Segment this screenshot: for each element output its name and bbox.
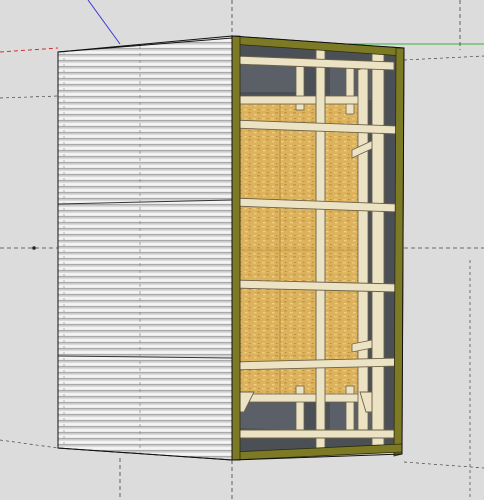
model-canvas[interactable] <box>0 0 484 500</box>
osb-back-wall[interactable] <box>238 104 358 394</box>
corrugated-side-wall[interactable] <box>57 37 233 461</box>
3d-viewport[interactable] <box>0 0 484 500</box>
